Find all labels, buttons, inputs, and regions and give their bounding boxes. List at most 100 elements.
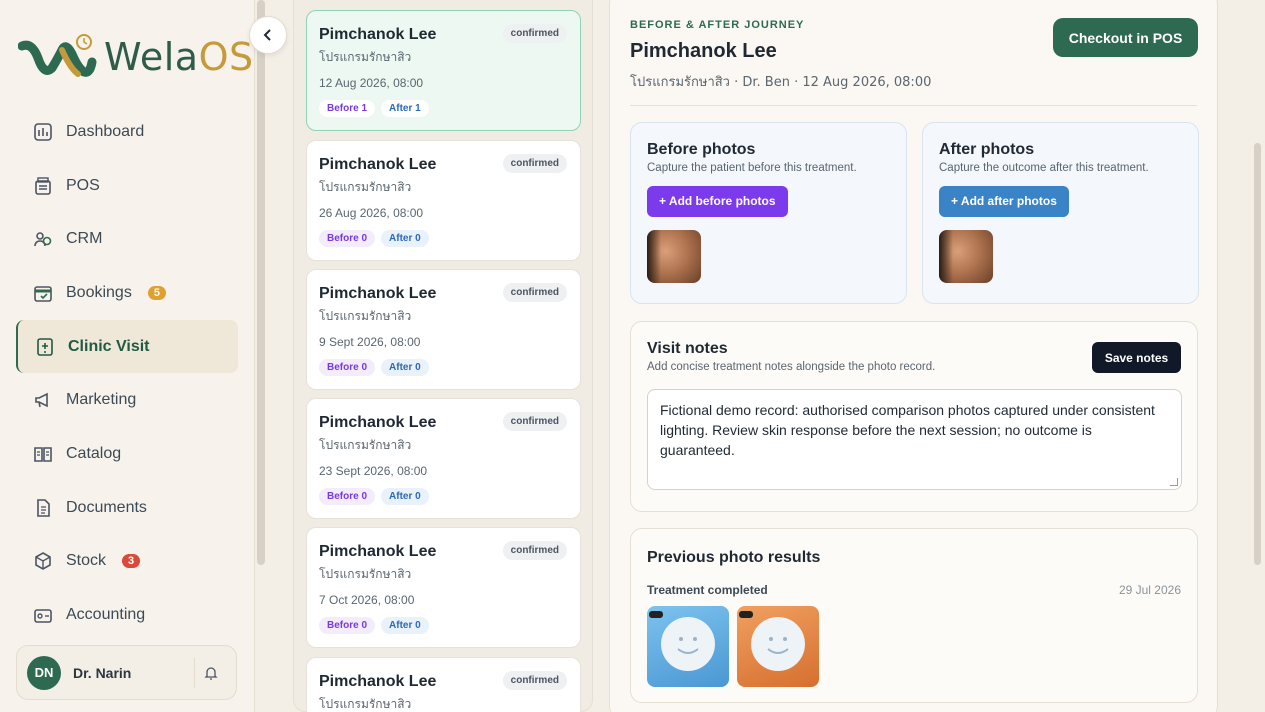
sidebar-item-label: CRM (66, 230, 103, 248)
sidebar-item-documents[interactable]: Documents (16, 481, 238, 535)
page-title: Pimchanok Lee (630, 40, 777, 62)
sidebar-scrollbar[interactable] (257, 0, 265, 565)
before-count-tag: Before 0 (319, 617, 376, 634)
after-count-tag: After 1 (381, 100, 429, 117)
status-badge: confirmed (502, 24, 567, 43)
sidebar-item-label: Catalog (66, 444, 122, 462)
sidebar-item-catalog[interactable]: Catalog (16, 427, 238, 481)
previous-photo-thumbnail[interactable] (647, 606, 729, 687)
status-badge: confirmed (502, 154, 567, 173)
visit-date: 7 Oct 2026, 08:00 (319, 593, 415, 607)
visit-card[interactable]: Pimchanok Lee confirmed โปรแกรมรักษาสิว … (306, 527, 581, 648)
previous-photo-thumbnail[interactable] (737, 606, 819, 687)
previous-results-title: Previous photo results (647, 549, 821, 566)
visit-date: 9 Sept 2026, 08:00 (319, 335, 421, 349)
visit-detail-panel: BEFORE & AFTER JOURNEY Pimchanok Lee โปร… (609, 0, 1218, 712)
status-badge: confirmed (502, 541, 567, 560)
visit-program: โปรแกรมรักษาสิว (319, 180, 412, 194)
visit-card[interactable]: Pimchanok Lee confirmed โปรแกรมรักษาสิว … (306, 140, 581, 261)
logo[interactable]: WelaOS (18, 28, 254, 86)
calendar-icon (32, 282, 54, 304)
status-badge: confirmed (502, 283, 567, 302)
dashboard-icon (32, 121, 54, 143)
sidebar-item-label: Stock (66, 552, 107, 570)
bookings-count-badge: 5 (147, 285, 166, 300)
bell-icon[interactable] (194, 658, 226, 688)
visit-program: โปรแกรมรักษาสิว (319, 50, 412, 64)
sidebar-item-pos[interactable]: POS (16, 159, 238, 213)
sidebar-item-label: Dashboard (66, 122, 145, 140)
visit-notes-textarea[interactable]: Fictional demo record: authorised compar… (647, 389, 1182, 490)
before-count-tag: Before 0 (319, 359, 376, 376)
after-photos-panel: After photos Capture the outcome after t… (922, 122, 1199, 304)
collapse-sidebar-button[interactable] (249, 16, 287, 54)
visit-card[interactable]: Pimchanok Lee confirmed โปรแกรมรักษาสิว … (306, 269, 581, 390)
clinic-icon (34, 336, 56, 358)
sidebar-item-dashboard[interactable]: Dashboard (16, 105, 238, 159)
before-count-tag: Before 1 (319, 100, 376, 117)
resize-handle-icon[interactable] (1170, 478, 1178, 486)
chevron-left-icon (263, 29, 271, 41)
stock-count-badge: 3 (122, 554, 141, 569)
previous-results-panel: Previous photo results Treatment complet… (630, 528, 1198, 703)
document-icon (32, 497, 54, 519)
visit-card[interactable]: Pimchanok Lee confirmed โปรแกรมรักษาสิว … (306, 10, 581, 131)
after-count-tag: After 0 (381, 230, 429, 247)
sidebar-item-stock[interactable]: Stock 3 (16, 535, 238, 589)
visit-date: 12 Aug 2026, 08:00 (319, 76, 424, 90)
user-profile[interactable]: DN Dr. Narin (16, 645, 237, 700)
pos-icon (32, 175, 54, 197)
after-count-tag: After 0 (381, 617, 429, 634)
sidebar-item-bookings[interactable]: Bookings 5 (16, 266, 238, 320)
after-photos-desc: Capture the outcome after this treatment… (939, 162, 1149, 174)
checkout-in-pos-button[interactable]: Checkout in POS (1053, 18, 1198, 57)
sidebar-item-marketing[interactable]: Marketing (16, 373, 238, 427)
box-icon (32, 550, 54, 572)
section-eyebrow: BEFORE & AFTER JOURNEY (630, 19, 805, 31)
sidebar-item-label: POS (66, 176, 100, 194)
main-scrollbar[interactable] (1254, 143, 1261, 565)
visit-program: โปรแกรมรักษาสิว (319, 567, 412, 581)
sidebar-item-accounting[interactable]: Accounting (16, 588, 238, 642)
welaos-logo-icon (18, 34, 97, 77)
sidebar-item-label: Bookings (66, 283, 132, 301)
before-photos-panel: Before photos Capture the patient before… (630, 122, 907, 304)
book-icon (32, 443, 54, 465)
sidebar-item-clinic-visit[interactable]: Clinic Visit (16, 319, 238, 374)
visit-subtitle: โปรแกรมรักษาสิว · Dr. Ben · 12 Aug 2026,… (630, 75, 932, 90)
after-count-tag: After 0 (381, 488, 429, 505)
previous-result-date: 29 Jul 2026 (1118, 583, 1181, 597)
visit-program: โปรแกรมรักษาสิว (319, 438, 412, 452)
before-photo-thumbnail[interactable] (647, 230, 701, 283)
before-count-tag: Before 0 (319, 230, 376, 247)
sidebar-item-label: Accounting (66, 606, 146, 624)
avatar: DN (27, 655, 61, 690)
visit-date: 23 Sept 2026, 08:00 (319, 464, 428, 478)
visit-program: โปรแกรมรักษาสิว (319, 697, 412, 711)
sidebar-item-label: Documents (66, 498, 147, 516)
visit-notes-panel: Visit notes Add concise treatment notes … (630, 321, 1198, 512)
user-name: Dr. Narin (73, 664, 132, 681)
crm-icon (32, 228, 54, 250)
smiley-face-icon (751, 617, 805, 671)
visit-card[interactable]: Pimchanok Lee confirmed โปรแกรมรักษาสิว … (306, 398, 581, 519)
status-badge: confirmed (502, 412, 567, 431)
before-count-tag: Before 0 (319, 488, 376, 505)
divider (630, 105, 1197, 106)
after-photo-thumbnail[interactable] (939, 230, 993, 283)
sidebar-nav: Dashboard POS CRM Bookings 5 Clinic Visi… (16, 105, 238, 642)
visit-card[interactable]: Pimchanok Lee confirmed โปรแกรมรักษาสิว (306, 657, 581, 712)
sidebar: WelaOS Dashboard POS CRM Bookings 5 Clin… (0, 0, 255, 712)
add-after-photos-button[interactable]: + Add after photos (939, 186, 1069, 217)
wallet-icon (32, 604, 54, 626)
add-before-photos-button[interactable]: + Add before photos (647, 186, 788, 217)
previous-result-label: Treatment completed (647, 583, 768, 597)
megaphone-icon (32, 389, 54, 411)
after-photos-title: After photos (939, 141, 1035, 158)
before-photos-desc: Capture the patient before this treatmen… (647, 162, 857, 174)
visit-list: Pimchanok Lee confirmed โปรแกรมรักษาสิว … (293, 0, 593, 712)
save-notes-button[interactable]: Save notes (1092, 342, 1181, 373)
after-count-tag: After 0 (381, 359, 429, 376)
visit-notes-text: Fictional demo record: authorised compar… (660, 402, 1155, 458)
sidebar-item-crm[interactable]: CRM (16, 212, 238, 266)
